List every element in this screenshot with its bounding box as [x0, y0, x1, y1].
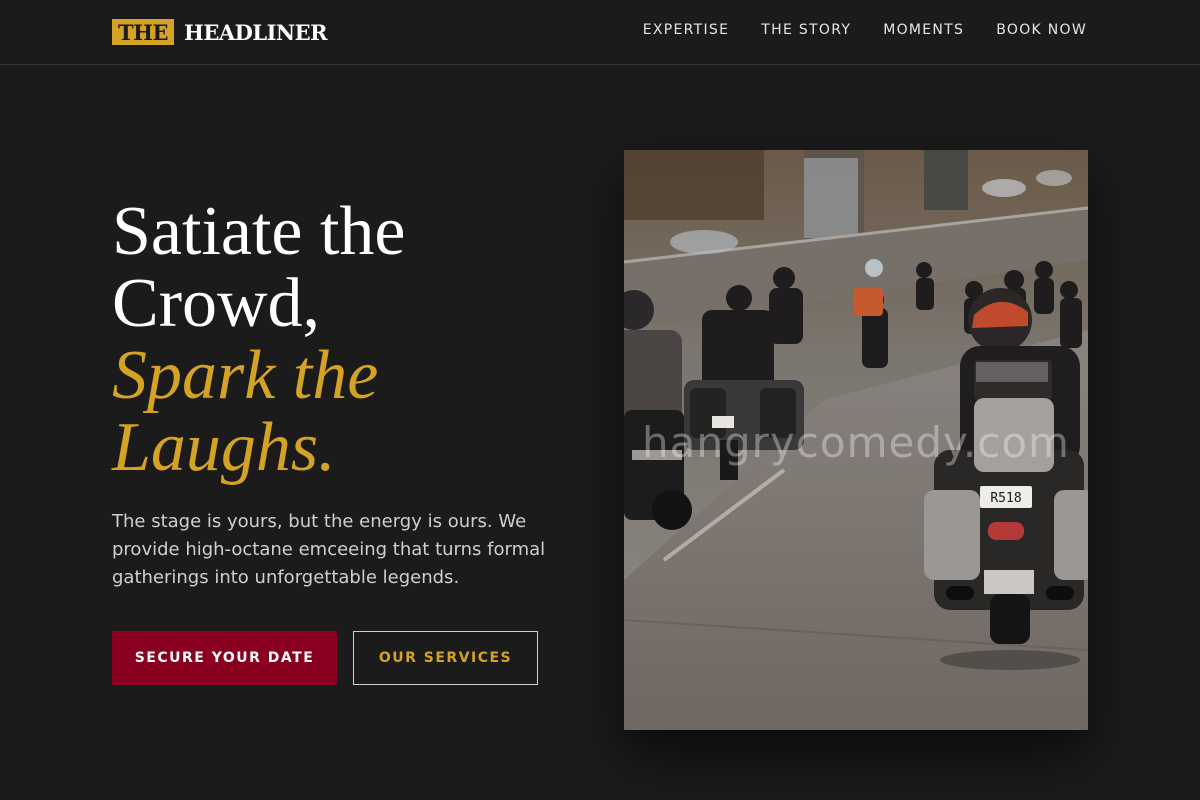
headline-accent-line-2: Laughs.	[112, 409, 336, 486]
hero-headline: Satiate the Crowd, Spark the Laughs.	[112, 196, 582, 484]
nav-link-the-story[interactable]: THE STORY	[761, 22, 851, 38]
license-plate: R518	[990, 491, 1021, 506]
headline-accent-line-1: Spark the	[112, 337, 379, 414]
headline-line-1: Satiate the	[112, 193, 406, 270]
main-nav: EXPERTISE THE STORY MOMENTS BOOK NOW	[643, 22, 1087, 38]
nav-link-book-now[interactable]: BOOK NOW	[996, 22, 1087, 38]
top-navigation-bar: THE HEADLINER EXPERTISE THE STORY MOMENT…	[0, 0, 1200, 65]
logo-badge: THE	[112, 19, 174, 45]
logo-wordmark: HEADLINER	[183, 19, 328, 45]
nav-link-moments[interactable]: MOMENTS	[883, 22, 964, 38]
hero-description: The stage is yours, but the energy is ou…	[112, 511, 546, 588]
watermark-text: hangrycomedy.com	[642, 418, 1070, 467]
our-services-button[interactable]: OUR SERVICES	[353, 631, 538, 685]
nav-link-expertise[interactable]: EXPERTISE	[643, 22, 730, 38]
headline-line-2: Crowd,	[112, 265, 321, 342]
secure-your-date-button[interactable]: SECURE YOUR DATE	[112, 631, 337, 685]
hero-photo: R518 hangrycomedy.com	[624, 150, 1088, 730]
brand-logo[interactable]: THE HEADLINER	[112, 19, 328, 45]
